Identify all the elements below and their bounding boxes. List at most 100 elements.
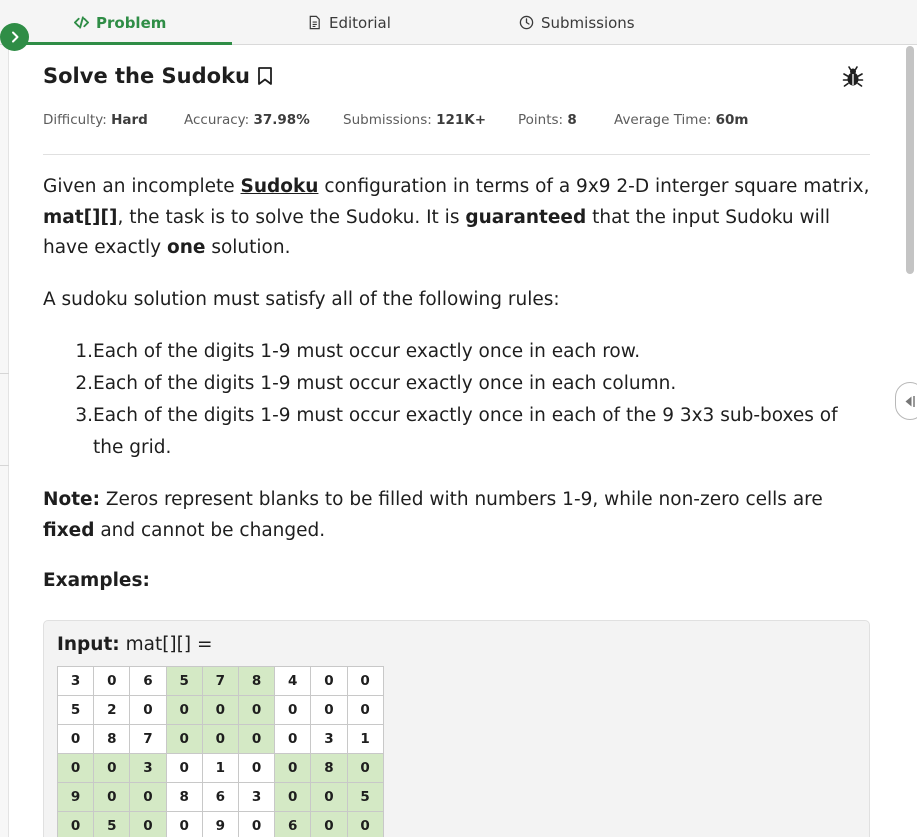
sudoku-cell: 0	[274, 753, 312, 783]
sudoku-row: 003010080	[56, 753, 384, 783]
chevron-left-icon	[905, 396, 915, 407]
desc-text: solution.	[205, 237, 291, 258]
tab-label: Editorial	[329, 13, 391, 32]
examples-heading: Examples:	[43, 570, 150, 591]
desc-text: Given an incomplete	[43, 176, 241, 197]
sudoku-cell: 3	[310, 724, 348, 754]
chevron-right-icon	[11, 31, 18, 43]
sudoku-cell: 5	[56, 695, 95, 725]
tab-label: Problem	[96, 13, 167, 32]
note-bold: fixed	[43, 519, 95, 541]
sudoku-cell: 7	[201, 666, 239, 696]
left-panel-divider	[0, 465, 9, 466]
desc-bold: one	[167, 237, 206, 258]
input-label: Input:	[57, 634, 120, 655]
rule-number: 3.	[75, 405, 93, 426]
scrollbar-thumb[interactable]	[906, 46, 914, 274]
problem-description: Given an incomplete Sudoku configuration…	[43, 172, 873, 264]
sudoku-cell: 3	[56, 666, 95, 696]
sudoku-row: 520000000	[56, 695, 384, 725]
sudoku-cell: 0	[201, 695, 239, 725]
sudoku-cell: 0	[237, 811, 276, 837]
points-value: 8	[567, 112, 577, 128]
document-icon	[309, 15, 320, 30]
sudoku-link[interactable]: Sudoku	[241, 176, 319, 197]
sudoku-cell: 9	[201, 811, 239, 837]
sudoku-cell: 0	[310, 666, 348, 696]
average-time-label: Average Time:	[614, 112, 712, 128]
sudoku-cell: 6	[274, 811, 312, 837]
accuracy-label: Accuracy:	[184, 112, 250, 128]
sudoku-cell: 0	[56, 753, 95, 783]
sudoku-cell: 0	[165, 811, 203, 837]
sudoku-cell: 8	[93, 724, 131, 754]
sudoku-cell: 0	[274, 782, 312, 812]
sudoku-cell: 3	[129, 753, 167, 783]
note-label: Note:	[43, 489, 100, 510]
rule-text: Each of the digits 1-9 must occur exactl…	[93, 341, 641, 362]
sudoku-cell: 0	[237, 753, 276, 783]
sudoku-cell: 0	[346, 666, 384, 696]
left-panel-divider	[0, 373, 9, 374]
sudoku-cell: 0	[237, 695, 276, 725]
difficulty-label: Difficulty:	[43, 112, 107, 128]
sudoku-cell: 0	[346, 811, 384, 837]
sudoku-cell: 6	[129, 666, 167, 696]
active-tab-indicator	[8, 42, 232, 45]
note-paragraph: Note: Zeros represent blanks to be fille…	[43, 485, 873, 546]
accuracy-value: 37.98%	[253, 112, 310, 128]
sudoku-cell: 8	[165, 782, 203, 812]
tab-submissions[interactable]: Submissions	[519, 0, 635, 45]
clock-icon	[519, 15, 534, 30]
left-panel-edge	[0, 0, 9, 837]
sudoku-cell: 0	[93, 753, 131, 783]
rule-text: Each of the digits 1-9 must occur exactl…	[93, 373, 677, 394]
sudoku-cell: 0	[56, 811, 95, 837]
sudoku-cell: 0	[165, 695, 203, 725]
bug-report-icon[interactable]	[842, 66, 864, 88]
tab-editorial[interactable]: Editorial	[307, 0, 391, 45]
sudoku-cell: 8	[310, 753, 348, 783]
tab-problem[interactable]: Problem	[74, 0, 166, 45]
sudoku-cell: 0	[129, 782, 167, 812]
points-stat: Points: 8	[518, 112, 577, 128]
input-expression: mat[][] =	[119, 634, 213, 655]
sudoku-cell: 0	[129, 811, 167, 837]
difficulty-stat: Difficulty: Hard	[43, 112, 148, 128]
desc-bold: mat[][]	[43, 206, 118, 228]
sudoku-row: 087000031	[56, 724, 384, 754]
header-divider	[43, 154, 870, 155]
problem-title: Solve the Sudoku	[43, 64, 274, 88]
rule-number: 1.	[75, 341, 93, 362]
sudoku-cell: 0	[346, 753, 384, 783]
problem-title-text: Solve the Sudoku	[43, 64, 250, 88]
sudoku-cell: 9	[56, 782, 95, 812]
sudoku-row: 050090600	[56, 811, 384, 837]
sudoku-cell: 2	[93, 695, 131, 725]
desc-text: configuration in terms of a 9x9 2-D inte…	[318, 176, 870, 197]
desc-text: , the task is to solve the Sudoku. It is	[117, 206, 466, 228]
submissions-stat: Submissions: 121K+	[343, 112, 486, 128]
points-label: Points:	[518, 112, 564, 128]
average-time-value: 60m	[715, 112, 749, 128]
expand-sidebar-button[interactable]	[0, 23, 29, 51]
sudoku-cell: 0	[346, 695, 384, 725]
average-time-stat: Average Time: 60m	[614, 112, 748, 128]
tab-bar: Problem Editorial Submissions	[0, 0, 917, 45]
sudoku-cell: 7	[129, 724, 167, 754]
sudoku-cell: 0	[310, 695, 348, 725]
submissions-value: 121K+	[436, 112, 487, 128]
submissions-label: Submissions:	[343, 112, 432, 128]
rule-number: 2.	[75, 373, 93, 394]
sudoku-cell: 0	[310, 811, 348, 837]
desc-bold: guaranteed	[465, 206, 587, 228]
bookmark-icon[interactable]	[256, 66, 274, 86]
code-icon	[74, 16, 89, 29]
sudoku-cell: 0	[274, 724, 312, 754]
example-input-label: Input: mat[][] =	[57, 634, 212, 655]
note-text: and cannot be changed.	[94, 519, 326, 541]
panel-collapse-handle[interactable]	[895, 382, 917, 420]
sudoku-cell: 5	[165, 666, 203, 696]
tab-label: Submissions	[541, 13, 635, 32]
sudoku-row: 900863005	[56, 782, 384, 812]
